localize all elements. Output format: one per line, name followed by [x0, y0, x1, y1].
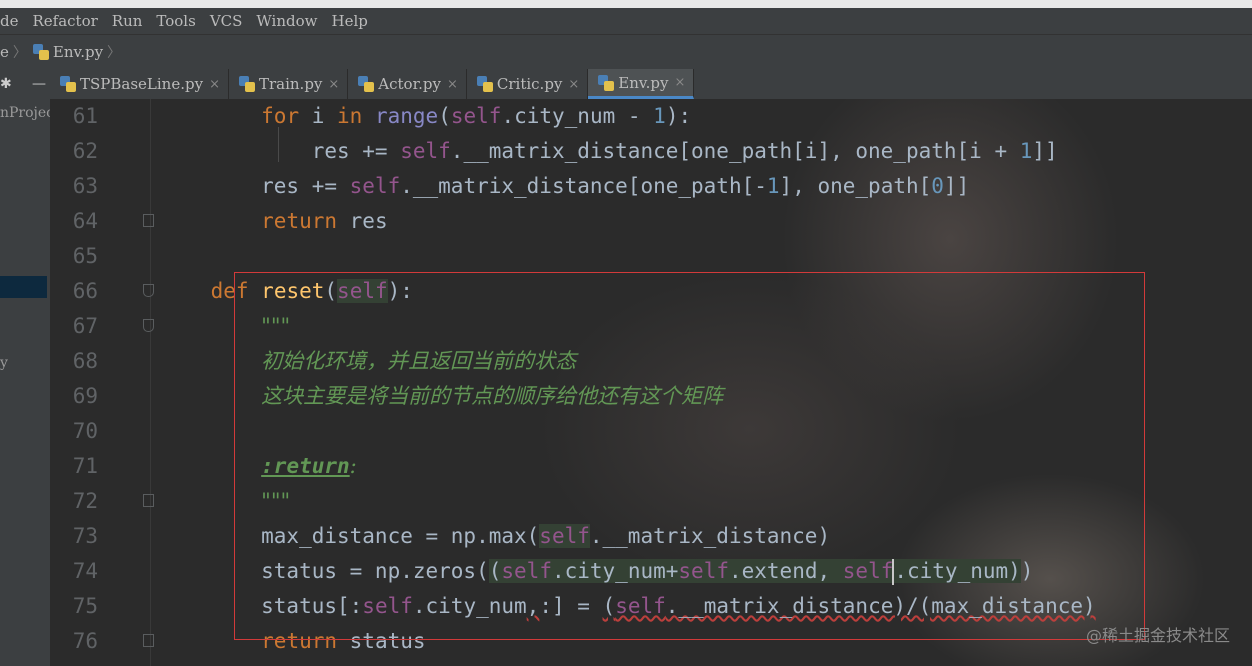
- text-caret: [892, 559, 895, 585]
- python-file-icon: [60, 76, 76, 92]
- menu-code[interactable]: de: [0, 12, 25, 30]
- tab-label: Train.py: [258, 75, 323, 93]
- close-icon[interactable]: ×: [568, 77, 579, 92]
- code-text: def reset(self):: [210, 279, 413, 303]
- code-text: status[:self.city_num,:] = (self.__matri…: [160, 594, 1096, 618]
- code-line: 68 初始化环境，并且返回当前的状态: [50, 344, 1252, 379]
- tab-train[interactable]: Train.py ×: [229, 69, 349, 99]
- project-root-label[interactable]: nProject: [0, 105, 50, 121]
- tab-label: Env.py: [618, 73, 669, 92]
- editor-tab-bar: ✱ — TSPBaseLine.py × Train.py × Actor.py…: [0, 69, 1252, 99]
- code-line: 63 res += self.__matrix_distance[one_pat…: [50, 169, 1252, 204]
- code-editor[interactable]: 61 for i in range(self.city_num - 1): 62…: [50, 99, 1252, 666]
- code-line: 74 status = np.zeros((self.city_num+self…: [50, 554, 1252, 589]
- code-line: 76 return status: [50, 624, 1252, 659]
- code-text: """: [261, 314, 291, 338]
- code-text: status = np.zeros((self.city_num+self.ex…: [160, 559, 1034, 585]
- line-number: 73: [72, 524, 98, 548]
- fold-marker-icon[interactable]: [143, 634, 154, 647]
- code-text: return res: [261, 209, 388, 233]
- code-text: max_distance = np.max(self.__matrix_dist…: [160, 524, 831, 548]
- fold-marker-icon[interactable]: [143, 319, 154, 332]
- close-icon[interactable]: ×: [674, 75, 685, 90]
- menu-refactor[interactable]: Refactor: [25, 12, 104, 30]
- line-number: 76: [72, 629, 98, 653]
- line-number: 75: [72, 594, 98, 618]
- docstring-text: 这块主要是将当前的节点的顺序给他还有这个矩阵: [261, 384, 724, 408]
- code-text: 初始化环境，并且返回当前的状态: [160, 344, 576, 379]
- line-number: 65: [72, 244, 98, 268]
- window-title-bar: [0, 0, 1252, 8]
- fold-marker-icon[interactable]: [143, 494, 154, 507]
- close-icon[interactable]: ×: [447, 77, 458, 92]
- breadcrumb-end-icon: 〉: [107, 45, 122, 61]
- code-line: 62 res += self.__matrix_distance[one_pat…: [50, 134, 1252, 169]
- code-line: 65: [50, 239, 1252, 274]
- line-number: 68: [72, 349, 98, 373]
- docstring-text: 初始化环境，并且返回当前的状态: [261, 349, 577, 373]
- settings-icon[interactable]: ✱: [0, 76, 12, 92]
- close-icon[interactable]: ×: [328, 77, 339, 92]
- code-line: 75 status[:self.city_num,:] = (self.__ma…: [50, 589, 1252, 624]
- menu-run[interactable]: Run: [105, 12, 150, 30]
- code-line: 73 max_distance = np.max(self.__matrix_d…: [50, 519, 1252, 554]
- close-icon[interactable]: ×: [209, 77, 220, 92]
- menu-bar: de Refactor Run Tools VCS Window Help: [0, 8, 1252, 34]
- code-line: 61 for i in range(self.city_num - 1):: [50, 99, 1252, 134]
- tab-critic[interactable]: Critic.py ×: [467, 69, 589, 99]
- code-line: 69 这块主要是将当前的节点的顺序给他还有这个矩阵: [50, 379, 1252, 414]
- python-file-icon: [358, 76, 375, 92]
- breadcrumb-separator-icon: 〉: [12, 45, 27, 61]
- project-tree-item[interactable]: y: [0, 355, 8, 371]
- breadcrumb-file[interactable]: Env.py: [53, 43, 103, 61]
- code-text: for i in range(self.city_num - 1):: [261, 104, 692, 128]
- line-number: 63: [72, 174, 98, 198]
- python-file-icon: [476, 76, 493, 92]
- line-number: 66: [72, 279, 98, 303]
- menu-tools[interactable]: Tools: [149, 12, 202, 30]
- menu-vcs[interactable]: VCS: [203, 12, 250, 30]
- code-text: """: [261, 489, 291, 513]
- line-number: 69: [72, 384, 98, 408]
- code-line: 66 def reset(self):: [50, 274, 1252, 309]
- line-number: 74: [72, 559, 98, 583]
- code-text: return status: [261, 629, 426, 653]
- code-text: 这块主要是将当前的节点的顺序给他还有这个矩阵: [160, 379, 723, 414]
- minimize-icon[interactable]: —: [32, 76, 46, 92]
- code-text: res += self.__matrix_distance[one_path[-…: [160, 174, 970, 198]
- python-file-icon: [598, 74, 615, 91]
- fold-marker-icon[interactable]: [143, 284, 154, 297]
- line-number: 67: [72, 314, 98, 338]
- python-file-icon: [238, 76, 255, 92]
- menu-help[interactable]: Help: [325, 12, 375, 30]
- tab-env[interactable]: Env.py ×: [588, 69, 695, 99]
- project-tree-selection[interactable]: [0, 276, 47, 298]
- tab-label: Critic.py: [496, 75, 563, 93]
- tab-tspbaseline[interactable]: TSPBaseLine.py ×: [50, 69, 229, 99]
- line-number: 70: [72, 419, 98, 443]
- code-text: :return:: [261, 454, 357, 478]
- code-line: 72 """: [50, 484, 1252, 519]
- line-number: 61: [72, 104, 98, 128]
- breadcrumb-parent[interactable]: e: [0, 43, 9, 61]
- tab-actor[interactable]: Actor.py ×: [348, 69, 467, 99]
- line-number: 64: [72, 209, 98, 233]
- tab-label: TSPBaseLine.py: [80, 75, 204, 93]
- line-number: 71: [72, 454, 98, 478]
- code-line: 64 return res: [50, 204, 1252, 239]
- code-text: res += self.__matrix_distance[one_path[i…: [160, 139, 1058, 163]
- line-number: 62: [72, 139, 98, 163]
- python-file-icon: [32, 44, 49, 60]
- project-tool-header: ✱ —: [0, 69, 50, 99]
- project-tool-window: nProject y: [0, 99, 50, 666]
- watermark: @稀土掘金技术社区: [1085, 626, 1230, 645]
- tab-label: Actor.py: [378, 75, 441, 93]
- fold-marker-icon[interactable]: [143, 214, 154, 227]
- code-line: 70: [50, 414, 1252, 449]
- line-number: 72: [72, 489, 98, 513]
- code-line: 71 :return:: [50, 449, 1252, 484]
- menu-window[interactable]: Window: [249, 12, 324, 30]
- code-line: 67 """: [50, 309, 1252, 344]
- navigation-bar: e 〉 Env.py 〉: [0, 34, 1252, 70]
